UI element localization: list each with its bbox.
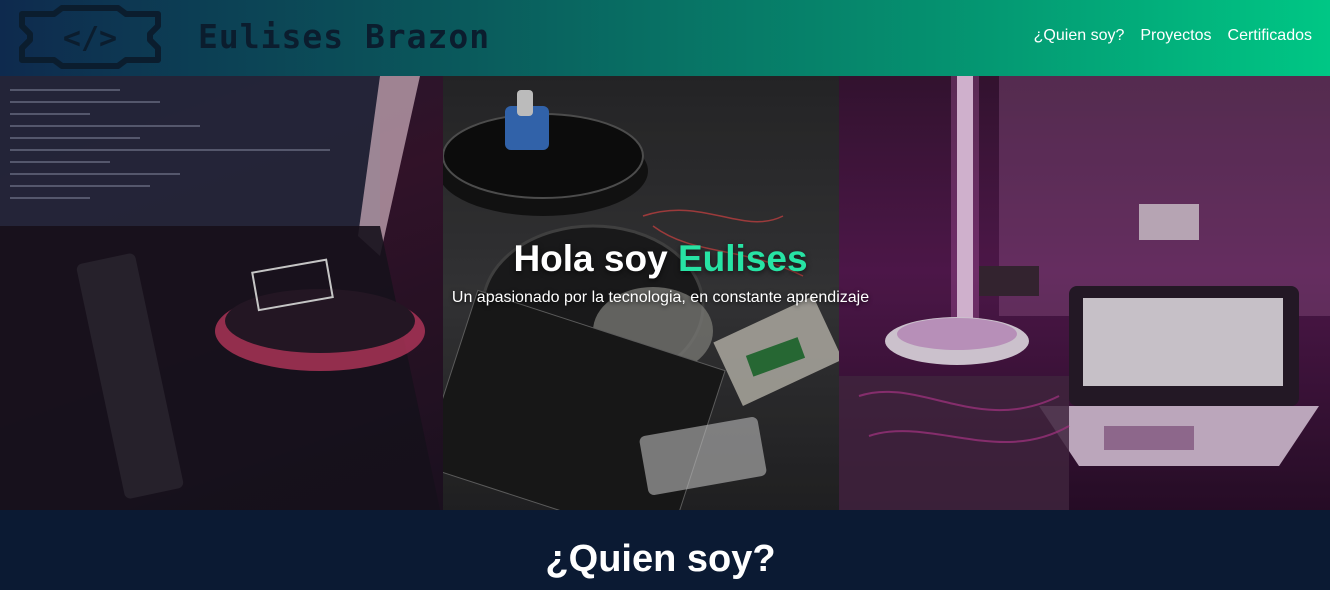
hero-title-prefix: Hola soy [513,238,678,279]
hero-text-block: Hola soy Eulises Un apasionado por la te… [0,236,1321,308]
hero-title: Hola soy Eulises [0,236,1321,282]
top-navbar: </> Eulises Brazon ¿Quien soy? Proyectos… [0,0,1330,76]
code-logo-icon[interactable]: </> [14,4,166,70]
brand-name[interactable]: Eulises Brazon [198,14,490,60]
nav-link-proyectos[interactable]: Proyectos [1140,26,1211,46]
about-title: ¿Quien soy? [545,538,776,580]
nav-link-certificados[interactable]: Certificados [1228,26,1312,46]
about-section: ¿Quien soy? [0,510,1330,590]
main-nav: ¿Quien soy? Proyectos Certificados [1034,26,1312,46]
hero-title-name: Eulises [677,238,808,279]
hero-banner: Hola soy Eulises Un apasionado por la te… [0,76,1330,510]
svg-text:</>: </> [63,21,117,56]
nav-link-quien-soy[interactable]: ¿Quien soy? [1034,26,1125,46]
hero-subtitle: Un apasionado por la tecnologia, en cons… [451,289,870,306]
